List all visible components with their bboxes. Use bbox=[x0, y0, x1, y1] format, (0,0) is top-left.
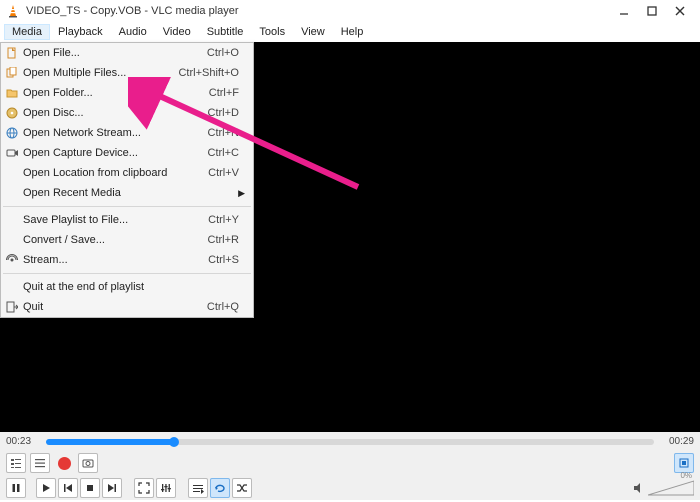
quit-icon bbox=[5, 300, 19, 314]
menu-item-label: Quit at the end of playlist bbox=[23, 281, 243, 293]
menu-item-shortcut: Ctrl+O bbox=[207, 47, 243, 59]
list-button[interactable] bbox=[30, 453, 50, 473]
stream-icon bbox=[5, 253, 19, 267]
pause-button[interactable] bbox=[6, 478, 26, 498]
blank-icon bbox=[5, 233, 19, 247]
menu-item[interactable]: Open Network Stream...Ctrl+N bbox=[1, 123, 253, 143]
menu-item-label: Open Folder... bbox=[23, 87, 209, 99]
mute-icon[interactable] bbox=[632, 481, 646, 495]
menu-item-shortcut: Ctrl+V bbox=[208, 167, 243, 179]
loop-list-button[interactable] bbox=[188, 478, 208, 498]
menu-item[interactable]: QuitCtrl+Q bbox=[1, 297, 253, 317]
network-icon bbox=[5, 126, 19, 140]
menu-item-shortcut: Ctrl+Shift+O bbox=[178, 67, 243, 79]
maximize-button[interactable] bbox=[638, 1, 666, 21]
media-menu-dropdown: Open File...Ctrl+OOpen Multiple Files...… bbox=[0, 42, 254, 318]
menubar: Media Playback Audio Video Subtitle Tool… bbox=[0, 22, 700, 42]
menu-video[interactable]: Video bbox=[155, 24, 199, 40]
disc-icon bbox=[5, 106, 19, 120]
folder-icon bbox=[5, 86, 19, 100]
menu-item-label: Open File... bbox=[23, 47, 207, 59]
seek-thumb[interactable] bbox=[169, 437, 179, 447]
stop-button[interactable] bbox=[80, 478, 100, 498]
controls-row-1 bbox=[0, 451, 700, 475]
menu-item-label: Open Capture Device... bbox=[23, 147, 208, 159]
menu-item-shortcut: Ctrl+Y bbox=[208, 214, 243, 226]
record-button[interactable] bbox=[54, 453, 74, 473]
files-icon bbox=[5, 66, 19, 80]
seek-track[interactable] bbox=[46, 439, 654, 445]
blank-icon bbox=[5, 186, 19, 200]
blank-icon bbox=[5, 280, 19, 294]
menu-item[interactable]: Quit at the end of playlist bbox=[1, 277, 253, 297]
menu-item-label: Save Playlist to File... bbox=[23, 214, 208, 226]
playlist-button[interactable] bbox=[6, 453, 26, 473]
vlc-cone-icon bbox=[6, 4, 20, 18]
close-button[interactable] bbox=[666, 1, 694, 21]
time-current[interactable]: 00:23 bbox=[6, 436, 40, 447]
equalizer-button[interactable] bbox=[156, 478, 176, 498]
menu-item-label: Open Multiple Files... bbox=[23, 67, 178, 79]
menu-item-label: Open Recent Media bbox=[23, 187, 243, 199]
menu-media[interactable]: Media bbox=[4, 24, 50, 40]
menu-item-label: Quit bbox=[23, 301, 207, 313]
capture-icon bbox=[5, 146, 19, 160]
controls-row-2: 0% bbox=[0, 475, 700, 500]
menu-item-shortcut: Ctrl+R bbox=[208, 234, 243, 246]
next-button[interactable] bbox=[102, 478, 122, 498]
menu-item-shortcut: Ctrl+S bbox=[208, 254, 243, 266]
submenu-arrow-icon: ▶ bbox=[238, 188, 245, 199]
menu-playback[interactable]: Playback bbox=[50, 24, 111, 40]
blank-icon bbox=[5, 166, 19, 180]
loop-button[interactable] bbox=[210, 478, 230, 498]
record-icon bbox=[58, 457, 71, 470]
menu-item[interactable]: Stream...Ctrl+S bbox=[1, 250, 253, 270]
menu-item[interactable]: Open File...Ctrl+O bbox=[1, 43, 253, 63]
menu-audio[interactable]: Audio bbox=[111, 24, 155, 40]
menu-item-label: Stream... bbox=[23, 254, 208, 266]
menu-view[interactable]: View bbox=[293, 24, 333, 40]
menu-item[interactable]: Open Capture Device...Ctrl+C bbox=[1, 143, 253, 163]
menu-item-label: Open Disc... bbox=[23, 107, 208, 119]
menu-subtitle[interactable]: Subtitle bbox=[199, 24, 252, 40]
menu-item[interactable]: Open Location from clipboardCtrl+V bbox=[1, 163, 253, 183]
menu-item[interactable]: Convert / Save...Ctrl+R bbox=[1, 230, 253, 250]
volume-pct: 0% bbox=[680, 471, 692, 480]
menu-item-shortcut: Ctrl+Q bbox=[207, 301, 243, 313]
window-title: VIDEO_TS - Copy.VOB - VLC media player bbox=[26, 5, 239, 17]
minimize-button[interactable] bbox=[610, 1, 638, 21]
shuffle-button[interactable] bbox=[232, 478, 252, 498]
menu-item-shortcut: Ctrl+N bbox=[208, 127, 243, 139]
menu-tools[interactable]: Tools bbox=[251, 24, 293, 40]
menu-help[interactable]: Help bbox=[333, 24, 372, 40]
menu-item-shortcut: Ctrl+F bbox=[209, 87, 243, 99]
volume-slider[interactable]: 0% bbox=[648, 479, 694, 497]
menu-item-label: Open Location from clipboard bbox=[23, 167, 208, 179]
menu-item-shortcut: Ctrl+C bbox=[208, 147, 243, 159]
menu-item-label: Open Network Stream... bbox=[23, 127, 208, 139]
seek-fill bbox=[46, 439, 174, 445]
menu-item-shortcut: Ctrl+D bbox=[208, 107, 243, 119]
seekbar: 00:23 00:29 bbox=[0, 432, 700, 451]
menu-item[interactable]: Open Folder...Ctrl+F bbox=[1, 83, 253, 103]
menu-item[interactable]: Open Recent Media▶ bbox=[1, 183, 253, 203]
titlebar: VIDEO_TS - Copy.VOB - VLC media player bbox=[0, 0, 700, 22]
fullscreen-button[interactable] bbox=[134, 478, 154, 498]
snapshot-button[interactable] bbox=[78, 453, 98, 473]
blank-icon bbox=[5, 213, 19, 227]
menu-item[interactable]: Open Disc...Ctrl+D bbox=[1, 103, 253, 123]
menu-item[interactable]: Open Multiple Files...Ctrl+Shift+O bbox=[1, 63, 253, 83]
time-total[interactable]: 00:29 bbox=[660, 436, 694, 447]
play-button[interactable] bbox=[36, 478, 56, 498]
menu-item-label: Convert / Save... bbox=[23, 234, 208, 246]
menu-item[interactable]: Save Playlist to File...Ctrl+Y bbox=[1, 210, 253, 230]
prev-button[interactable] bbox=[58, 478, 78, 498]
file-icon bbox=[5, 46, 19, 60]
